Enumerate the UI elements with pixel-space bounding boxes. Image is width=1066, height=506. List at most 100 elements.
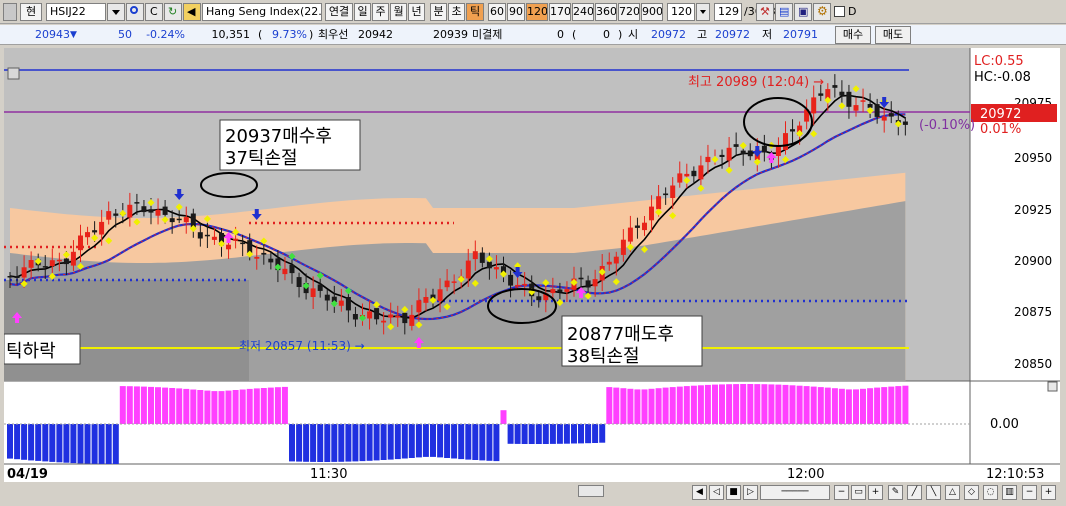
sell-button[interactable]: 매도 [875, 26, 911, 44]
zoom-icon[interactable]: ▭ [851, 485, 866, 500]
candle-body [282, 268, 288, 275]
histogram-bar [162, 387, 169, 424]
period-년[interactable]: 년 [408, 3, 425, 21]
chart-icon[interactable]: ▤ [775, 3, 793, 21]
histogram-bar [775, 384, 782, 424]
candle-body [663, 193, 669, 196]
candle-body [698, 165, 704, 180]
note1-line2: 37틱손절 [225, 148, 298, 169]
minus-icon[interactable]: − [1022, 485, 1037, 500]
histogram-bar [430, 424, 436, 457]
time-axis-bg [4, 464, 1060, 482]
candle-body [141, 206, 147, 213]
buy-button[interactable]: 매수 [835, 26, 871, 44]
plus-icon[interactable]: + [1041, 485, 1056, 500]
c-icon[interactable]: C [145, 3, 163, 21]
period-주[interactable]: 주 [372, 3, 389, 21]
tick-60[interactable]: 60 [488, 3, 506, 21]
period-틱[interactable]: 틱 [466, 3, 484, 21]
symbol-field[interactable]: HSIJ22 [46, 3, 106, 21]
quote-volume: 10,351 [211, 28, 251, 41]
nav-next-icon[interactable]: ▷ [743, 485, 758, 500]
nav-stop-icon[interactable]: ■ [726, 485, 741, 500]
down-arrow-icon: ▼ [70, 30, 77, 40]
histogram-bar [338, 424, 345, 462]
candle-body [367, 311, 373, 319]
tool3-icon[interactable]: ╲ [926, 485, 941, 500]
candle-body [345, 297, 351, 311]
zoom-slider[interactable]: ───── [760, 485, 830, 500]
dropdown-icon[interactable] [107, 3, 125, 21]
y-tick-20850: 20850 [1014, 357, 1052, 371]
period-분[interactable]: 분 [430, 3, 447, 21]
quote-ratio: 9.73% [272, 28, 307, 41]
histogram-bar [528, 424, 535, 444]
tool7-icon[interactable]: ▥ [1002, 485, 1017, 500]
tool6-icon[interactable]: ◌ [983, 485, 998, 500]
candle-body [423, 297, 429, 303]
tick-900[interactable]: 900 [641, 3, 663, 21]
histogram-bar [225, 390, 232, 424]
osc-close-icon[interactable] [1047, 381, 1058, 392]
x-label-date: 04/19 [7, 467, 48, 482]
tool2-icon[interactable]: ╱ [907, 485, 922, 500]
search-icon[interactable] [126, 3, 144, 21]
speaker-icon[interactable]: ◀ [183, 3, 201, 21]
tick-dropdown-icon[interactable] [696, 3, 710, 21]
d-checkbox[interactable] [834, 6, 845, 17]
histogram-bar [789, 385, 796, 424]
histogram-bar [535, 424, 542, 444]
tick-720[interactable]: 720 [618, 3, 640, 21]
candle-body [113, 213, 119, 216]
histogram-bar [768, 384, 775, 424]
settings-icon[interactable]: ⚙ [813, 3, 831, 21]
histogram-bar [451, 424, 458, 459]
histogram-bar [824, 387, 831, 424]
candle-body [677, 173, 683, 183]
note-box-1: 20937매수후 37틱손절 [219, 119, 361, 171]
period-초[interactable]: 초 [448, 3, 465, 21]
panel-menu-icon[interactable] [7, 67, 20, 80]
histogram-bar [479, 424, 486, 461]
tick-120[interactable]: 120 [526, 3, 548, 21]
histogram-bar [317, 424, 324, 462]
zoom-in-icon[interactable]: + [868, 485, 883, 500]
candle-body [183, 217, 189, 223]
scroll-thumb[interactable] [578, 485, 604, 497]
nav-prev-icon[interactable]: ◁ [709, 485, 724, 500]
candle-body [63, 258, 69, 265]
histogram-bar [458, 424, 465, 460]
tick-value-field[interactable]: 120 [667, 3, 695, 21]
histogram-bar [387, 424, 394, 460]
candle-body [197, 232, 203, 239]
candle-body [381, 320, 387, 323]
period-월[interactable]: 월 [390, 3, 407, 21]
save-icon[interactable]: ▣ [794, 3, 812, 21]
price-chart[interactable]: 20975 20950 20925 20900 20875 20850 LC:0… [4, 48, 1060, 482]
histogram-bar [500, 410, 507, 424]
tick-240[interactable]: 240 [572, 3, 594, 21]
current-button[interactable]: 현 [20, 3, 42, 21]
tick-170[interactable]: 170 [549, 3, 571, 21]
count-field[interactable]: 129 [714, 3, 742, 21]
candle-body [818, 93, 824, 96]
candle-body [92, 230, 98, 233]
nav-first-icon[interactable]: ◀ [692, 485, 707, 500]
candle-body [564, 289, 570, 292]
refresh-icon[interactable]: ↻ [164, 3, 182, 21]
tick-90[interactable]: 90 [507, 3, 525, 21]
histogram-bar [853, 389, 859, 424]
candle-body [7, 276, 13, 278]
period-연결[interactable]: 연결 [325, 3, 353, 21]
histogram-bar [422, 424, 429, 457]
period-일[interactable]: 일 [354, 3, 371, 21]
tool1-icon[interactable]: ✎ [888, 485, 903, 500]
zoom-out-icon[interactable]: − [834, 485, 849, 500]
tool5-icon[interactable]: ◇ [964, 485, 979, 500]
histogram-bar [444, 424, 451, 458]
tool4-icon[interactable]: △ [945, 485, 960, 500]
tick-360[interactable]: 360 [595, 3, 617, 21]
y-tick-20950: 20950 [1014, 151, 1052, 165]
tool-icon[interactable]: ⚒ [756, 3, 774, 21]
candle-body [853, 105, 859, 111]
